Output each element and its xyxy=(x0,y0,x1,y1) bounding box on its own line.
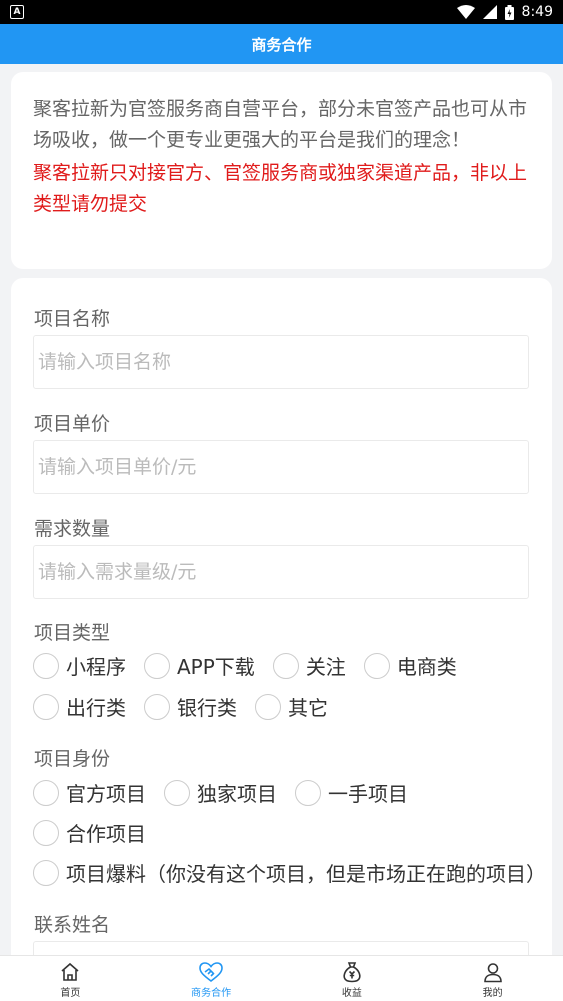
identity-option-partner[interactable]: 合作项目 xyxy=(33,818,146,847)
project-type-label: 项目类型 xyxy=(34,622,111,644)
notification-icon: A xyxy=(10,5,24,19)
radio-icon xyxy=(33,693,59,720)
project-identity-row-3: 项目爆料（你没有这个项目，但是市场正在跑的项目） xyxy=(33,858,552,887)
project-type-row-1: 小程序 APP下载 关注 电商类 xyxy=(33,651,475,680)
project-type-row-2: 出行类 银行类 其它 xyxy=(33,692,346,721)
type-option-app-download[interactable]: APP下载 xyxy=(144,651,255,680)
tab-business[interactable]: 商务合作 xyxy=(141,956,282,1001)
radio-icon xyxy=(164,779,190,806)
handshake-icon xyxy=(199,962,223,983)
project-identity-label: 项目身份 xyxy=(34,748,111,770)
project-name-input[interactable] xyxy=(33,335,529,389)
project-name-label: 项目名称 xyxy=(34,308,111,330)
project-identity-row-2: 合作项目 xyxy=(33,818,164,847)
status-time: 8:49 xyxy=(521,4,553,20)
radio-icon xyxy=(33,779,59,806)
bottom-tab-bar: 首页 商务合作 收益 我的 xyxy=(0,955,563,1001)
unit-price-label: 项目单价 xyxy=(34,413,111,435)
cooperation-form: 项目名称 项目单价 需求数量 项目类型 小程序 APP下载 关注 电商类 出行类… xyxy=(11,278,552,998)
intro-card: 聚客拉新为官签服务商自营平台，部分未官签产品也可从市场吸收，做一个更专业更强大的… xyxy=(11,72,552,269)
identity-option-tip-off[interactable]: 项目爆料（你没有这个项目，但是市场正在跑的项目） xyxy=(33,858,546,887)
radio-icon xyxy=(33,652,59,679)
quantity-input[interactable] xyxy=(33,545,529,599)
intro-warning: 聚客拉新只对接官方、官签服务商或独家渠道产品，非以上类型请勿提交 xyxy=(33,162,528,215)
radio-icon xyxy=(255,693,281,720)
type-option-travel[interactable]: 出行类 xyxy=(33,692,126,721)
radio-icon xyxy=(33,859,59,886)
contact-name-label: 联系姓名 xyxy=(34,914,111,936)
user-icon xyxy=(483,963,502,983)
type-option-mini-program[interactable]: 小程序 xyxy=(33,651,126,680)
page-title: 商务合作 xyxy=(251,35,312,54)
project-identity-row-1: 官方项目 独家项目 一手项目 xyxy=(33,778,426,807)
tab-earnings[interactable]: 收益 xyxy=(282,956,423,1001)
wifi-icon xyxy=(456,5,475,19)
money-bag-icon xyxy=(343,962,361,983)
radio-icon xyxy=(272,652,299,679)
radio-icon xyxy=(363,652,390,679)
intro-text: 聚客拉新为官签服务商自营平台，部分未官签产品也可从市场吸收，做一个更专业更强大的… xyxy=(33,98,528,151)
type-option-follow[interactable]: 关注 xyxy=(272,651,346,680)
radio-icon xyxy=(33,819,59,846)
type-option-other[interactable]: 其它 xyxy=(255,692,328,721)
radio-icon xyxy=(295,779,321,806)
tab-home[interactable]: 首页 xyxy=(0,956,141,1001)
unit-price-input[interactable] xyxy=(33,440,529,494)
home-icon xyxy=(61,962,79,981)
quantity-label: 需求数量 xyxy=(34,518,111,540)
radio-icon xyxy=(144,693,170,720)
identity-option-first-hand[interactable]: 一手项目 xyxy=(295,778,408,807)
type-option-ecommerce[interactable]: 电商类 xyxy=(363,651,457,680)
status-bar: A 8:49 xyxy=(0,0,563,24)
type-option-bank[interactable]: 银行类 xyxy=(144,692,237,721)
battery-icon xyxy=(504,4,514,20)
tab-mine[interactable]: 我的 xyxy=(422,956,563,1001)
identity-option-exclusive[interactable]: 独家项目 xyxy=(164,778,277,807)
identity-option-official[interactable]: 官方项目 xyxy=(33,778,146,807)
radio-icon xyxy=(144,652,170,679)
app-header: 商务合作 xyxy=(0,24,563,64)
signal-icon xyxy=(482,5,497,19)
